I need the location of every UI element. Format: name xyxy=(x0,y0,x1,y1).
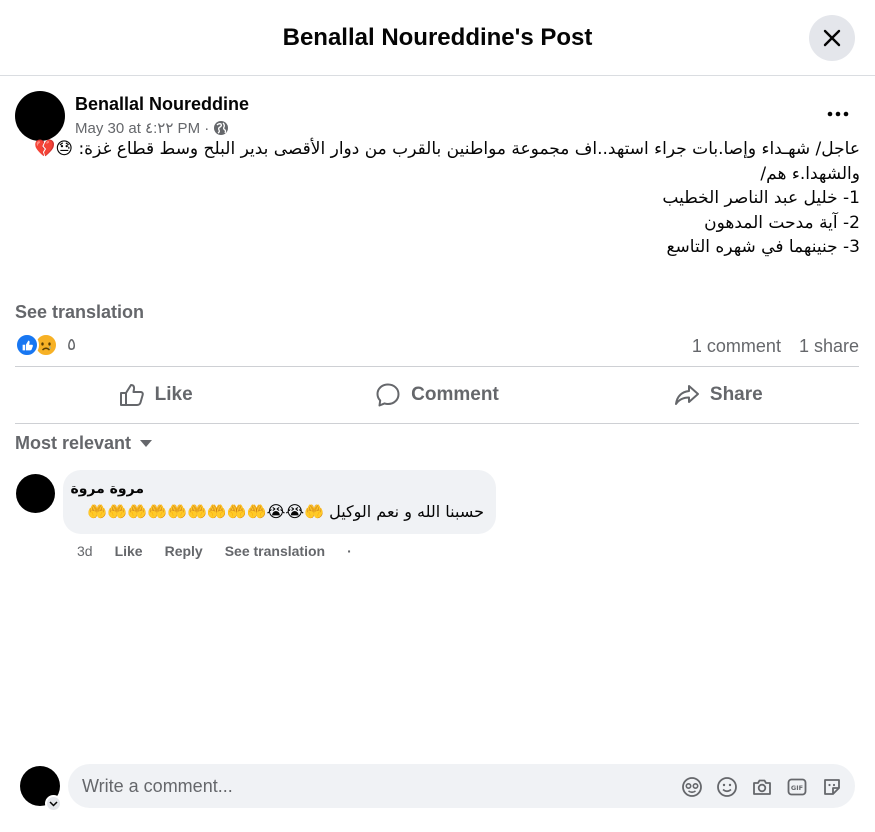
share-icon xyxy=(674,385,699,405)
author-avatar[interactable] xyxy=(15,91,65,141)
dialog-title: Benallal Noureddine's Post xyxy=(282,24,593,51)
like-button[interactable]: Like xyxy=(15,367,296,423)
comment-reply-link[interactable]: Reply xyxy=(165,543,203,559)
caret-down-icon xyxy=(140,440,153,447)
post-text-line: والشهدا.ء هم/ xyxy=(760,163,860,184)
comment-actions: 3d Like Reply See translation · xyxy=(77,543,352,559)
comment-button[interactable]: Comment xyxy=(296,367,577,423)
reaction-summary[interactable]: ٥ xyxy=(15,333,76,357)
comment-see-translation-link[interactable]: See translation xyxy=(225,543,325,559)
commenter-avatar[interactable] xyxy=(16,474,55,513)
dialog-header: Benallal Noureddine's Post xyxy=(0,0,875,76)
comment-time[interactable]: 3d xyxy=(77,543,93,559)
post-action-bar: Like Comment Share xyxy=(15,366,859,424)
post-text-line: 2- آية مدحت المدهون xyxy=(704,212,860,233)
close-button[interactable] xyxy=(809,15,855,61)
post-meta: May 30 at ٤:٢٢ PM · xyxy=(75,119,229,137)
comment-input[interactable] xyxy=(82,764,662,808)
post-text: عاجل/ شهـداء وإصا.بات جراء استهد..اف مجم… xyxy=(15,137,860,260)
comments-count[interactable]: 1 comment xyxy=(692,336,781,357)
svg-text:GIF: GIF xyxy=(790,784,802,792)
comment-button-label: Comment xyxy=(411,384,499,405)
chevron-down-icon xyxy=(49,800,58,807)
comments-filter-dropdown[interactable]: Most relevant xyxy=(15,433,153,454)
profile-switcher-button[interactable] xyxy=(45,795,62,812)
see-translation-link[interactable]: See translation xyxy=(15,302,144,323)
share-button-label: Share xyxy=(709,384,763,405)
comment-author[interactable]: مروة مروة xyxy=(70,481,144,497)
emoji-icon[interactable] xyxy=(715,775,738,798)
gif-icon[interactable]: GIF xyxy=(785,775,808,798)
post-text-line: 1- خليل عبد الناصر الخطيب xyxy=(662,188,860,208)
post-date[interactable]: May 30 at ٤:٢٢ PM · xyxy=(75,119,209,137)
comment-bubble: مروة مروة حسبنا الله و نعم الوكيل 🤲😭😭🤲🤲🤲… xyxy=(63,470,496,534)
avatar-sticker-icon[interactable] xyxy=(680,775,703,798)
comment-separator-dot: · xyxy=(347,543,352,559)
more-options-button[interactable] xyxy=(818,98,858,130)
shares-count[interactable]: 1 share xyxy=(799,336,859,357)
more-icon xyxy=(827,111,849,117)
post-text-line: 3- جنينهما في شهره التاسع xyxy=(666,237,861,257)
comment-composer: GIF xyxy=(68,764,855,808)
like-reaction-icon xyxy=(15,333,39,357)
composer-icons: GIF xyxy=(680,775,843,798)
author-name[interactable]: Benallal Noureddine xyxy=(75,94,249,115)
comments-filter-label: Most relevant xyxy=(15,433,132,453)
camera-icon[interactable] xyxy=(750,775,773,798)
thumbs-up-icon xyxy=(119,384,144,406)
sticker-icon[interactable] xyxy=(820,775,843,798)
reaction-count: ٥ xyxy=(67,335,77,354)
share-button[interactable]: Share xyxy=(578,367,859,423)
post-stats: 1 comment 1 share xyxy=(692,336,859,357)
comment-like-link[interactable]: Like xyxy=(115,543,143,559)
globe-icon[interactable] xyxy=(213,120,229,136)
close-icon xyxy=(823,29,841,47)
comment-icon xyxy=(376,383,400,407)
comment-text: حسبنا الله و نعم الوكيل 🤲😭😭🤲🤲🤲🤲🤲🤲🤲🤲🤲 xyxy=(87,502,484,521)
post-text-line: عاجل/ شهـداء وإصا.بات جراء استهد..اف مجم… xyxy=(34,139,860,159)
like-button-label: Like xyxy=(154,384,193,405)
